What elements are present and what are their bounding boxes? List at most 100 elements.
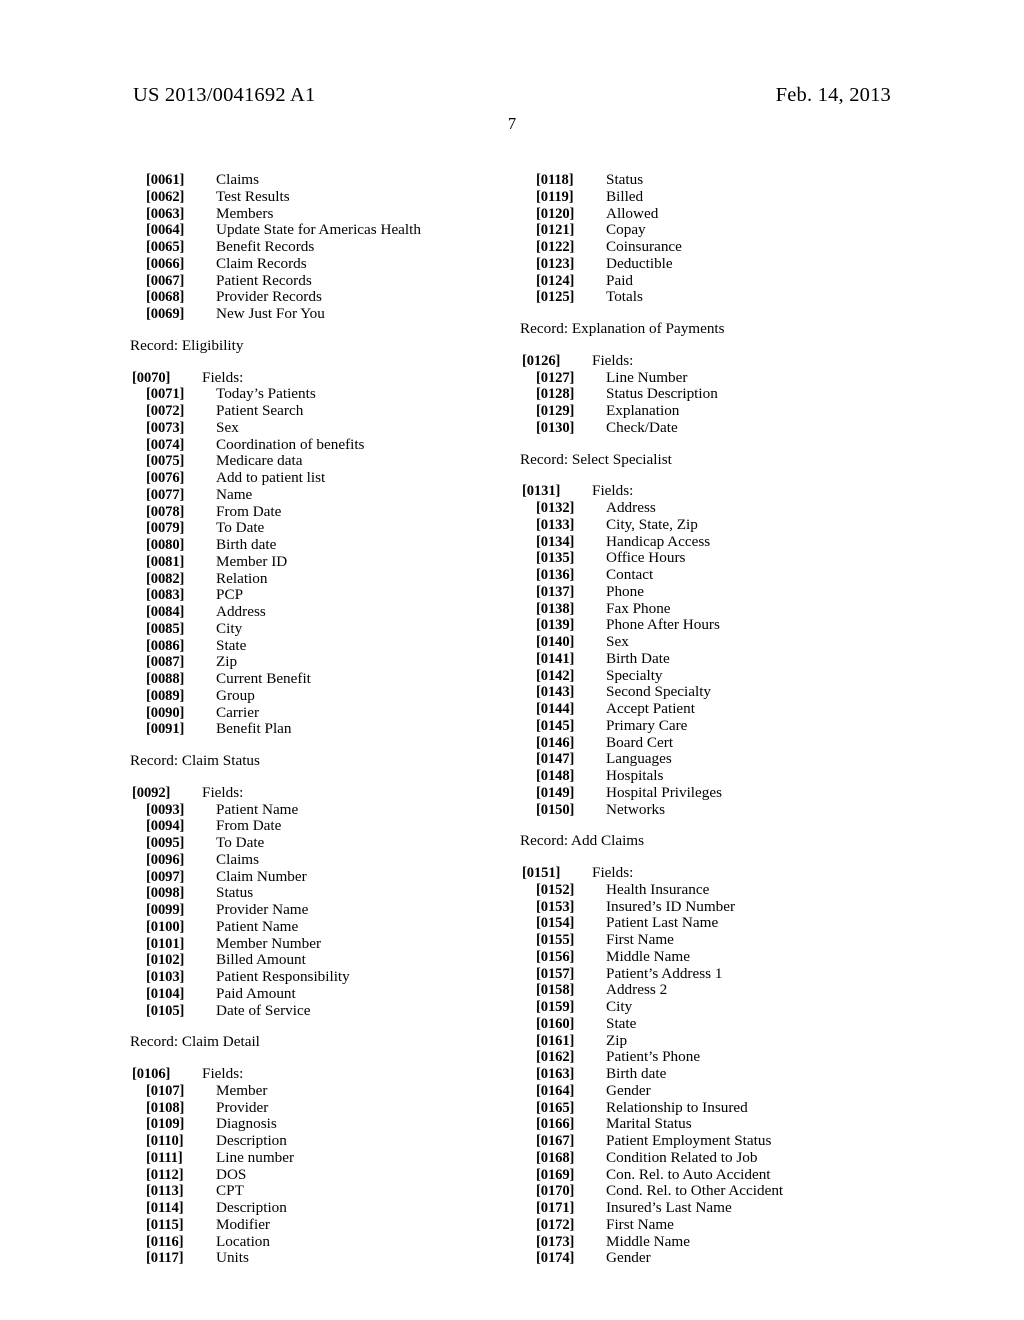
paragraph-number: [0168]	[536, 1149, 575, 1166]
paragraph-label: Paid Amount	[216, 984, 296, 1002]
paragraph-number: [0134]	[536, 533, 575, 550]
paragraph-entry: [0141] Birth Date	[518, 650, 903, 668]
paragraph-entry: [0099] Provider Name	[128, 901, 513, 919]
paragraph-label: Networks	[606, 800, 666, 818]
paragraph-entry: [0150] Networks	[518, 800, 903, 819]
paragraph-entry: [0081] Member ID	[128, 552, 513, 571]
page-running-header: US 2013/0041692 A1 Feb. 14, 2013	[0, 84, 1024, 114]
paragraph-number: [0154]	[536, 915, 575, 932]
paragraph-number: [0121]	[536, 222, 575, 239]
paragraph-entry: [0132] Address	[518, 499, 903, 517]
paragraph-entry: [0151] Fields:	[518, 864, 903, 882]
paragraph-label: Member ID	[216, 552, 288, 570]
paragraph-entry: [0088] Current Benefit	[128, 670, 513, 688]
paragraph-label: Health Insurance	[606, 880, 710, 898]
paragraph-entry: [0159] City	[518, 998, 903, 1016]
paragraph-label: Billed Amount	[216, 951, 306, 969]
paragraph-label: Medicare data	[216, 452, 303, 470]
paragraph-entry: [0154] Patient Last Name	[518, 914, 903, 932]
paragraph-entry: [0143] Second Specialty	[518, 683, 903, 701]
paragraph-label: City	[606, 998, 633, 1015]
paragraph-entry: [0122] Coinsurance	[518, 238, 903, 256]
paragraph-number: [0114]	[146, 1200, 184, 1216]
paragraph-number: [0087]	[146, 654, 185, 671]
publication-date: Feb. 14, 2013	[775, 84, 891, 106]
paragraph-number: [0099]	[146, 902, 185, 918]
paragraph-entry: [0128] Status Description	[518, 385, 903, 403]
paragraph-number: [0167]	[536, 1133, 575, 1149]
paragraph-number: [0126]	[522, 352, 561, 369]
paragraph-entry: [0157] Patient’s Address 1	[518, 965, 903, 983]
paragraph-entry: [0152] Health Insurance	[518, 880, 903, 899]
paragraph-label: Patient Search	[216, 402, 304, 419]
paragraph-number: [0123]	[536, 255, 575, 272]
paragraph-entry: [0062] Test Results	[128, 188, 513, 206]
paragraph-number: [0115]	[146, 1216, 184, 1233]
paragraph-number: [0096]	[146, 851, 185, 868]
paragraph-entry: [0161] Zip	[518, 1031, 903, 1050]
paragraph-entry: [0097] Claim Number	[128, 867, 513, 886]
record-heading: Record: Add Claims	[520, 832, 645, 850]
paragraph-number: [0084]	[146, 604, 185, 620]
paragraph-label: Marital Status	[606, 1115, 692, 1133]
paragraph-number: [0108]	[146, 1099, 185, 1116]
paragraph-number: [0163]	[536, 1066, 575, 1082]
paragraph-entry: [0127] Line Number	[518, 368, 903, 387]
paragraph-entry: [0169] Con. Rel. to Auto Accident	[518, 1166, 903, 1184]
paragraph-label: Claim Number	[216, 867, 307, 885]
paragraph-number: [0080]	[146, 537, 185, 553]
paragraph-label: Line Number	[606, 368, 688, 386]
paragraph-label: Address 2	[606, 981, 668, 999]
paragraph-number: [0077]	[146, 486, 185, 503]
paragraph-label: Address	[606, 499, 656, 516]
paragraph-number: [0174]	[536, 1250, 575, 1267]
paragraph-entry: [0166] Marital Status	[518, 1115, 903, 1133]
paragraph-label: Patient Responsibility	[216, 968, 350, 985]
paragraph-entry: [0153] Insured’s ID Number	[518, 898, 903, 916]
paragraph-label: Zip	[606, 1031, 628, 1049]
paragraph-entry: [0089] Group	[128, 687, 513, 705]
paragraph-entry: [0111] Line number	[128, 1149, 513, 1167]
paragraph-number: [0072]	[146, 403, 185, 419]
paragraph-entry: [0066] Claim Records	[128, 255, 513, 273]
paragraph-entry: [0105] Date of Service	[128, 1002, 513, 1020]
paragraph-entry: [0093] Patient Name	[128, 801, 513, 819]
paragraph-entry: [0082] Relation	[128, 570, 513, 588]
paragraph-number: [0160]	[536, 1015, 575, 1032]
paragraph-entry: [0083] PCP	[128, 586, 513, 604]
paragraph-label: Hospitals	[606, 767, 664, 784]
paragraph-entry: [0163] Birth date	[518, 1065, 903, 1083]
paragraph-label: Patient Last Name	[606, 914, 719, 932]
paragraph-entry: [0080] Birth date	[128, 536, 513, 554]
paragraph-entry: [0125] Totals	[518, 288, 903, 306]
paragraph-number: [0145]	[536, 717, 575, 734]
publication-number: US 2013/0041692 A1	[133, 84, 316, 106]
paragraph-entry: [0065] Benefit Records	[128, 238, 513, 256]
paragraph-entry: [0075] Medicare data	[128, 452, 513, 470]
paragraph-entry: [0107] Member	[128, 1082, 513, 1100]
paragraph-number: [0090]	[146, 704, 185, 721]
paragraph-entry: [0156] Middle Name	[518, 948, 903, 966]
paragraph-label: To Date	[216, 519, 265, 537]
paragraph-label: City	[216, 619, 243, 637]
paragraph-number: [0067]	[146, 272, 185, 289]
paragraph-number: [0142]	[536, 667, 575, 684]
paragraph-label: Insured’s Last Name	[606, 1199, 732, 1216]
paragraph-label: Fields:	[202, 1065, 244, 1082]
paragraph-entry: [0119] Billed	[518, 188, 903, 206]
paragraph-number: [0097]	[146, 868, 185, 885]
paragraph-number: [0128]	[536, 386, 575, 403]
paragraph-entry: [0096] Claims	[128, 851, 513, 869]
paragraph-entry: [0070] Fields:	[128, 369, 513, 387]
paragraph-entry: [0108] Provider	[128, 1099, 513, 1117]
paragraph-number: [0152]	[536, 881, 575, 898]
paragraph-entry: [0061] Claims	[128, 171, 513, 189]
paragraph-number: [0148]	[536, 768, 575, 784]
paragraph-label: First Name	[606, 931, 674, 948]
paragraph-number: [0101]	[146, 935, 185, 952]
paragraph-entry: [0124] Paid	[518, 272, 903, 290]
paragraph-entry: [0071] Today’s Patients	[128, 385, 513, 403]
paragraph-entry: [0158] Address 2	[518, 981, 903, 999]
paragraph-number: [0091]	[146, 721, 185, 738]
